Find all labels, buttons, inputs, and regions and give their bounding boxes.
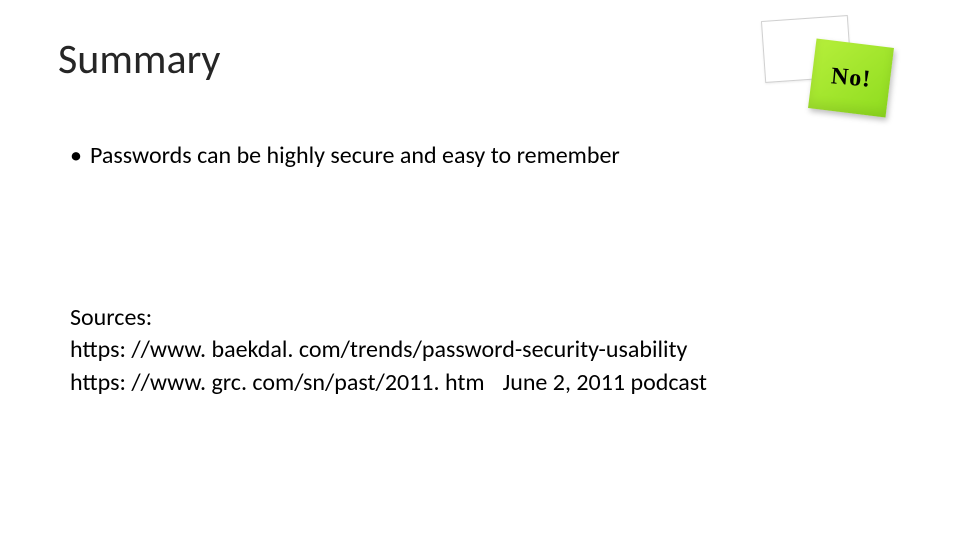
bullet-text: Passwords can be highly secure and easy …: [90, 140, 620, 172]
bullet-marker: •: [70, 140, 90, 172]
slide-title: Summary: [58, 34, 220, 85]
sources-block: Sources: https: //www. baekdal. com/tren…: [70, 302, 707, 399]
source-note: June 2, 2011 podcast: [503, 368, 707, 397]
bullet-item: • Passwords can be highly secure and eas…: [70, 140, 620, 172]
source-line: https: //www. grc. com/sn/past/2011. htm…: [70, 367, 707, 399]
sources-heading: Sources:: [70, 302, 707, 334]
source-url: https: //www. grc. com/sn/past/2011. htm: [70, 368, 485, 397]
bullet-list: • Passwords can be highly secure and eas…: [70, 140, 620, 172]
sticky-note-icon: No!: [808, 39, 894, 118]
sticky-note-text: No!: [830, 63, 873, 93]
sticky-note-graphic: No!: [770, 18, 890, 118]
source-url: https: //www. baekdal. com/trends/passwo…: [70, 335, 687, 364]
slide: Summary • Passwords can be highly secure…: [0, 0, 960, 540]
source-line: https: //www. baekdal. com/trends/passwo…: [70, 334, 707, 366]
